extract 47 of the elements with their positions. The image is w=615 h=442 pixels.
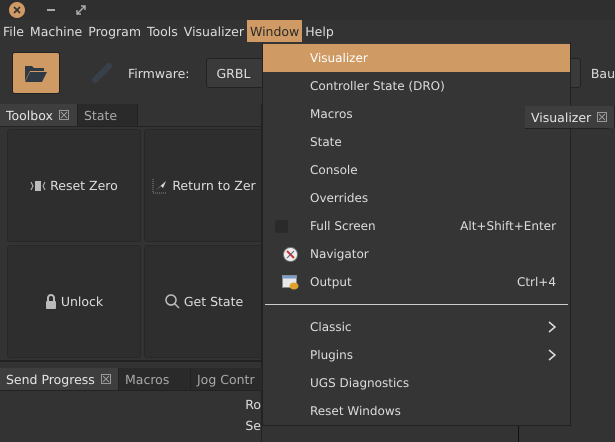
close-icon[interactable] (597, 112, 608, 122)
lock-icon (44, 294, 57, 309)
compass-icon (283, 246, 298, 262)
menu-item[interactable]: State (263, 128, 362, 156)
menu-title[interactable]: Visualizer (180, 20, 247, 42)
maximize-icon[interactable] (76, 5, 86, 15)
menu-title[interactable]: Tools (144, 20, 181, 42)
menu-item[interactable]: Output Ctrl+4 (263, 268, 570, 296)
tab[interactable]: State (78, 104, 138, 126)
menu-item[interactable]: Console (263, 156, 378, 184)
firmware-label: Firmware: (128, 66, 190, 80)
toolbox-button[interactable]: Reset Zero (7, 129, 141, 242)
menu-title[interactable]: File (0, 20, 27, 42)
toolbox-button[interactable]: Unlock (7, 245, 141, 358)
chevron-icon (548, 348, 556, 361)
menu-item[interactable]: Plugins (263, 340, 570, 369)
menu-item[interactable]: Reset Windows (263, 396, 421, 425)
menu-item[interactable]: Navigator (263, 240, 389, 268)
window-icon (282, 274, 299, 290)
toolbox-button[interactable]: Get State (144, 245, 261, 358)
shortcut-label: Alt+Shift+Enter (460, 219, 556, 233)
tab[interactable]: Toolbox (0, 104, 78, 126)
toolbox-button[interactable]: Return to Zer (144, 129, 261, 242)
zero-icon (30, 180, 46, 192)
progress-label: Se (245, 418, 261, 433)
arrow-icon (152, 178, 168, 194)
menu-item[interactable]: Full Screen Alt+Shift+Enter (263, 212, 570, 240)
baud-label: Bau (590, 66, 615, 80)
tab[interactable]: Visualizer (525, 106, 615, 128)
menu-title[interactable]: Machine (26, 20, 86, 42)
close-icon[interactable] (58, 110, 69, 120)
progress-label: Ro (245, 397, 261, 412)
shortcut-label: Ctrl+4 (516, 275, 556, 289)
open-button[interactable] (12, 52, 60, 94)
menu-item[interactable]: Classic (263, 312, 570, 341)
menu-title[interactable]: Program (85, 20, 144, 42)
menu-title[interactable]: Window (246, 20, 302, 42)
close-icon[interactable] (100, 374, 111, 384)
tab[interactable]: Send Progress (0, 368, 119, 390)
tab[interactable]: Macros (119, 368, 191, 390)
chevron-icon (548, 320, 556, 333)
menu-title[interactable]: Help (302, 20, 337, 42)
close-icon[interactable] (8, 1, 26, 19)
folder-icon (24, 63, 48, 83)
menu-item[interactable]: Overrides (263, 184, 388, 212)
search-icon (164, 294, 180, 309)
menu-item[interactable]: Macros (263, 100, 373, 128)
